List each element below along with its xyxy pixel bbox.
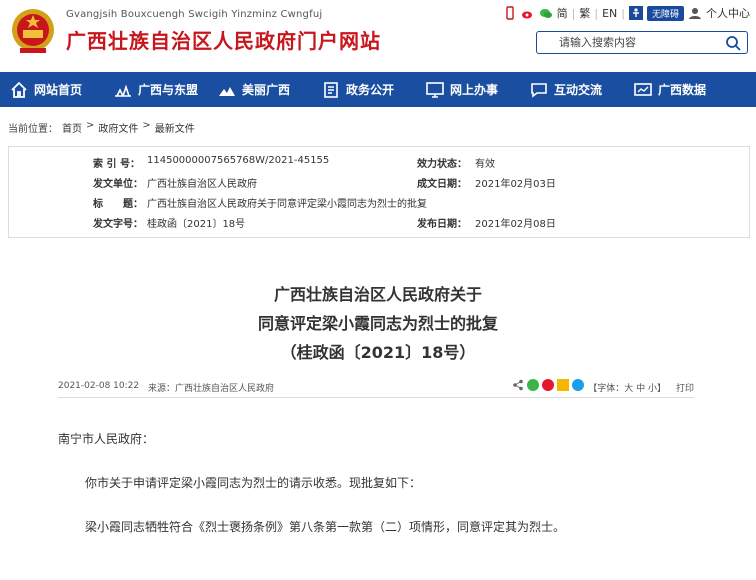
nav-label: 政务公开 xyxy=(346,83,395,97)
nav-label: 网上办事 xyxy=(450,83,499,97)
font-size-control[interactable]: 【字体：大 中 小】 xyxy=(588,381,666,394)
main-nav: 网站首页 广西与东盟 美丽广西 政务公开 网上办事 互动交流 广西数据 xyxy=(0,72,756,107)
breadcrumb: 当前位置： 首页 > 政府文件 > 最新文件 xyxy=(8,120,195,135)
search-icon[interactable] xyxy=(725,35,741,51)
breadcrumb-separator: > xyxy=(142,120,151,131)
wechat-share-icon[interactable] xyxy=(527,379,539,391)
published-date-label: 发布日期： xyxy=(417,219,467,230)
issuer-label: 发文单位： xyxy=(93,179,143,190)
index-label: 索 引 号： xyxy=(93,159,140,170)
header-tools: 简 | 繁 | EN | 无障碍 个人中心 xyxy=(503,5,750,21)
data-icon xyxy=(634,82,652,96)
site-header: Gvangjsih Bouxcuengh Swcigih Yinzminz Cw… xyxy=(0,0,756,70)
article-title: 广西壮族自治区人民政府关于 同意评定梁小霞同志为烈士的批复 （桂政函〔2021〕… xyxy=(0,280,756,367)
mobile-icon[interactable] xyxy=(503,6,517,20)
accessibility-icon[interactable] xyxy=(628,6,643,20)
nav-item-interaction[interactable]: 互动交流 xyxy=(520,72,624,107)
publish-datetime: 2021-02-08 10:22 xyxy=(58,381,140,391)
breadcrumb-latest-files[interactable]: 最新文件 xyxy=(155,120,195,135)
article-title-line: 同意评定梁小霞同志为烈士的批复 xyxy=(257,314,498,333)
accessibility-button[interactable]: 无障碍 xyxy=(646,5,684,21)
nav-item-home[interactable]: 网站首页 xyxy=(0,72,104,107)
meta-row: 标 题： 广西壮族自治区人民政府关于同意评定梁小霞同志为烈士的批复 xyxy=(9,195,749,213)
breadcrumb-home[interactable]: 首页 xyxy=(62,120,82,135)
nav-label: 美丽广西 xyxy=(242,83,291,97)
index-value: 11450000007565768W/2021-45155 xyxy=(147,155,330,166)
lang-english-link[interactable]: EN xyxy=(602,7,617,20)
article-source: 来源：广西壮族自治区人民政府 xyxy=(148,384,275,394)
share-icon[interactable] xyxy=(512,379,524,391)
paragraph: 梁小霞同志牺牲符合《烈士褒扬条例》第八条第一款第（二）项情形，同意评定其为烈士。 xyxy=(85,520,566,534)
article-info-bar: 2021-02-08 10:22 来源：广西壮族自治区人民政府 【字体：大 中 … xyxy=(58,378,694,398)
validity-label: 效力状态： xyxy=(417,159,467,170)
meta-row: 索 引 号： 11450000007565768W/2021-45155 效力状… xyxy=(9,155,749,173)
nav-label: 网站首页 xyxy=(34,83,83,97)
created-date-label: 成文日期： xyxy=(417,179,467,190)
landscape-icon xyxy=(219,86,235,96)
home-icon xyxy=(11,81,27,98)
divider: | xyxy=(594,6,599,20)
weibo-share-icon[interactable] xyxy=(542,379,554,391)
issuer-value: 广西壮族自治区人民政府 xyxy=(147,179,257,190)
divider: | xyxy=(571,6,576,20)
doc-number-label: 发文字号： xyxy=(93,219,143,230)
asean-icon xyxy=(115,83,131,97)
breadcrumb-separator: > xyxy=(86,120,95,131)
nav-item-data[interactable]: 广西数据 xyxy=(624,72,728,107)
lang-traditional-link[interactable]: 繁 xyxy=(579,5,590,21)
nav-item-beautiful-guangxi[interactable]: 美丽广西 xyxy=(208,72,312,107)
search-box[interactable] xyxy=(536,31,748,54)
validity-value: 有效 xyxy=(475,159,495,170)
document-metadata: 索 引 号： 11450000007565768W/2021-45155 效力状… xyxy=(8,146,750,238)
nav-item-gov-affairs[interactable]: 政务公开 xyxy=(312,72,416,107)
divider: | xyxy=(621,6,625,20)
site-name-chinese[interactable]: 广西壮族自治区人民政府门户网站 xyxy=(66,25,381,54)
nav-label: 广西数据 xyxy=(658,83,707,97)
title-value: 广西壮族自治区人民政府关于同意评定梁小霞同志为烈士的批复 xyxy=(147,199,427,210)
qq-share-icon[interactable] xyxy=(572,379,584,391)
article-title-line: （桂政函〔2021〕18号） xyxy=(280,343,476,362)
document-icon xyxy=(324,81,338,98)
qzone-share-icon[interactable] xyxy=(557,379,569,391)
article-title-line: 广西壮族自治区人民政府关于 xyxy=(273,285,482,304)
doc-number-value: 桂政函〔2021〕18号 xyxy=(147,219,246,230)
breadcrumb-prefix: 当前位置： xyxy=(8,124,58,135)
nav-item-asean[interactable]: 广西与东盟 xyxy=(104,72,208,107)
meta-row: 发文字号： 桂政函〔2021〕18号 发布日期： 2021年02月08日 xyxy=(9,215,749,233)
meta-row: 发文单位： 广西壮族自治区人民政府 成文日期： 2021年02月03日 xyxy=(9,175,749,193)
print-button[interactable]: 打印 xyxy=(676,381,694,394)
nav-item-online-services[interactable]: 网上办事 xyxy=(416,72,520,107)
nav-label: 互动交流 xyxy=(554,83,603,97)
monitor-icon xyxy=(426,81,444,98)
personal-center-link[interactable]: 个人中心 xyxy=(706,5,750,21)
share-bar xyxy=(512,379,584,391)
national-emblem-icon xyxy=(12,9,54,53)
wechat-icon[interactable] xyxy=(539,6,553,20)
paragraph: 你市关于申请评定梁小霞同志为烈士的请示收悉。现批复如下： xyxy=(85,476,422,490)
user-icon[interactable] xyxy=(688,6,702,20)
search-input[interactable] xyxy=(537,36,725,49)
chat-icon xyxy=(531,82,547,98)
site-name-english: Gvangjsih Bouxcuengh Swcigih Yinzminz Cw… xyxy=(66,9,323,20)
published-date-value: 2021年02月08日 xyxy=(475,219,556,230)
lang-simplified-link[interactable]: 简 xyxy=(557,5,568,21)
weibo-icon[interactable] xyxy=(521,6,535,20)
created-date-value: 2021年02月03日 xyxy=(475,179,556,190)
title-label: 标 题： xyxy=(93,199,143,210)
breadcrumb-gov-files[interactable]: 政府文件 xyxy=(98,120,138,135)
salutation: 南宁市人民政府： xyxy=(58,432,155,446)
nav-label: 广西与东盟 xyxy=(138,83,199,97)
